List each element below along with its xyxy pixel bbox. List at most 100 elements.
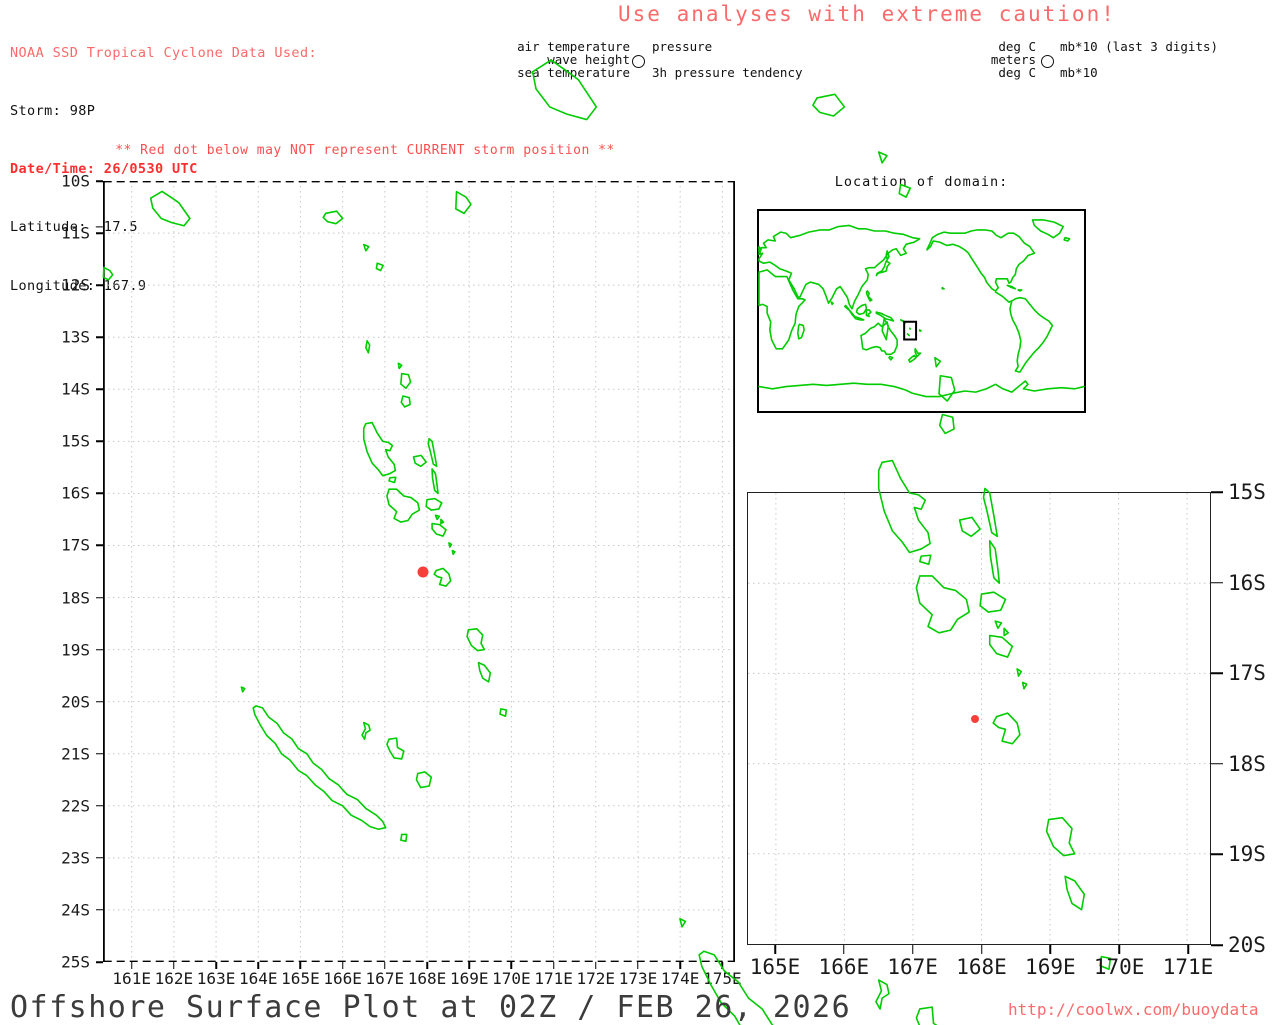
lat-tick-label: 15S — [1228, 480, 1266, 504]
inset-title: Location of domain: — [757, 174, 1086, 190]
world-coastline — [908, 334, 910, 336]
world-coastline — [845, 305, 864, 319]
lat-tick — [96, 389, 103, 391]
lat-tick — [96, 961, 103, 963]
lon-tick — [131, 962, 133, 969]
lon-tick — [384, 962, 386, 969]
coastline — [813, 94, 845, 116]
lon-tick — [426, 962, 428, 969]
lon-tick — [215, 962, 217, 969]
lon-tick — [511, 962, 513, 969]
coastline — [435, 515, 439, 519]
zoom-map-lat-axis: 15S16S17S18S19S20S — [1211, 492, 1280, 945]
units-circle-icon — [1041, 55, 1054, 68]
station-circle-icon — [632, 55, 645, 68]
domain-box-marker — [904, 322, 916, 340]
coastline — [500, 709, 506, 716]
lon-tick-label: 175E — [703, 969, 742, 988]
world-coastline — [927, 230, 1034, 291]
lon-tick-label: 168E — [408, 969, 447, 988]
world-coastline — [798, 324, 804, 338]
coastline — [916, 1007, 943, 1025]
world-coastline — [831, 302, 833, 304]
coastline — [364, 423, 396, 476]
lat-tick-label: 18S — [61, 588, 90, 607]
main-map — [103, 181, 735, 962]
unit-deg-c-bottom: deg C — [905, 65, 1036, 80]
coastline — [990, 636, 1013, 658]
coastline — [376, 263, 383, 270]
lat-tick-label: 19S — [61, 640, 90, 659]
world-coastline — [759, 225, 920, 308]
world-coastline — [857, 304, 867, 314]
coastline — [876, 980, 889, 1009]
buoydata-link[interactable]: http://coolwx.com/buoydata — [1008, 1000, 1258, 1019]
lon-tick-label: 170E — [1094, 955, 1145, 979]
zoom-map-coastlines — [748, 493, 1210, 944]
lat-tick-label: 21S — [61, 744, 90, 763]
lat-tick — [1211, 854, 1223, 856]
lon-tick-label: 165E — [750, 955, 801, 979]
lat-tick-label: 22S — [61, 796, 90, 815]
world-coastline — [889, 357, 893, 360]
coastline — [879, 461, 930, 553]
lat-tick-label: 23S — [61, 848, 90, 867]
info-noaa-line: NOAA SSD Tropical Cyclone Data Used: — [10, 44, 317, 63]
lon-tick — [300, 962, 302, 969]
lat-tick — [1211, 491, 1223, 493]
world-map-coastlines — [759, 211, 1084, 411]
lat-tick — [96, 441, 103, 443]
lat-tick — [96, 597, 103, 599]
lon-tick-label: 171E — [534, 969, 573, 988]
coastline — [387, 489, 419, 522]
lat-tick-label: 20S — [1228, 933, 1266, 957]
lon-tick — [1050, 945, 1052, 954]
coastline — [980, 592, 1005, 612]
lat-tick — [96, 232, 103, 234]
world-coastline — [915, 349, 920, 357]
lon-tick-label: 168E — [956, 955, 1007, 979]
lon-tick — [173, 962, 175, 969]
lon-tick-label: 164E — [239, 969, 278, 988]
lon-tick — [468, 962, 470, 969]
world-coastline — [1018, 290, 1022, 291]
lat-tick-label: 17S — [61, 536, 90, 555]
lat-tick-label: 13S — [61, 328, 90, 347]
coastline — [879, 152, 887, 163]
coastline — [387, 738, 404, 759]
lat-tick — [96, 805, 103, 807]
world-coastline — [1064, 238, 1069, 241]
coastline — [920, 555, 931, 564]
coastline — [103, 267, 112, 279]
info-storm-line: Storm: 98P — [10, 102, 317, 121]
coastline — [940, 415, 954, 434]
legend-pressure: pressure — [652, 39, 712, 54]
storm-position-dot — [417, 566, 428, 577]
coastline — [916, 576, 969, 633]
coastline — [990, 541, 1000, 583]
lat-tick — [96, 857, 103, 859]
coastline — [995, 621, 1001, 628]
lat-tick — [1211, 672, 1223, 674]
coastline — [478, 663, 490, 682]
lon-tick — [342, 962, 344, 969]
lat-tick — [96, 545, 103, 547]
lon-tick-label: 170E — [492, 969, 531, 988]
world-coastline — [759, 247, 761, 254]
zoom-map-lon-axis: 165E166E167E168E169E170E171E — [747, 945, 1211, 981]
lon-tick-label: 172E — [577, 969, 616, 988]
world-coastline — [759, 381, 1084, 397]
lat-tick-label: 15S — [61, 432, 90, 451]
lat-tick — [96, 336, 103, 338]
lat-tick-label: 17S — [1228, 661, 1266, 685]
coastline — [432, 469, 438, 493]
coastline — [398, 363, 401, 368]
coastline — [416, 772, 431, 788]
lat-tick-label: 18S — [1228, 752, 1266, 776]
coastline — [364, 245, 369, 251]
coastline — [389, 477, 396, 482]
station-legend: air temperature pressure wave height sea… — [500, 40, 830, 79]
lon-tick — [258, 962, 260, 969]
coastline — [960, 517, 981, 536]
coastline — [984, 488, 998, 536]
